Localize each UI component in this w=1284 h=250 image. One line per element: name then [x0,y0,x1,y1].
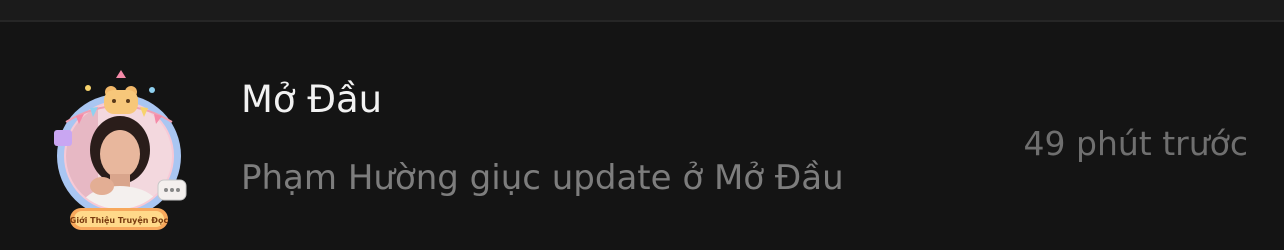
notification-title: Mở Đầu [241,78,383,121]
notification-message: Phạm Hường giục update ở Mở Đầu [241,158,844,198]
avatar[interactable]: Giới Thiệu Truyện Đọc [48,70,190,234]
notification-timestamp: 49 phút trước [1023,124,1248,163]
notification-item[interactable]: Giới Thiệu Truyện Đọc Mở Đầu Phạm Hường … [0,22,1284,250]
previous-row-edge [0,0,1284,20]
svg-text:Giới Thiệu Truyện Đọc: Giới Thiệu Truyện Đọc [70,215,169,225]
avatar-frame-icon: Giới Thiệu Truyện Đọc [54,70,187,230]
notification-screen: Giới Thiệu Truyện Đọc Mở Đầu Phạm Hường … [0,0,1284,250]
